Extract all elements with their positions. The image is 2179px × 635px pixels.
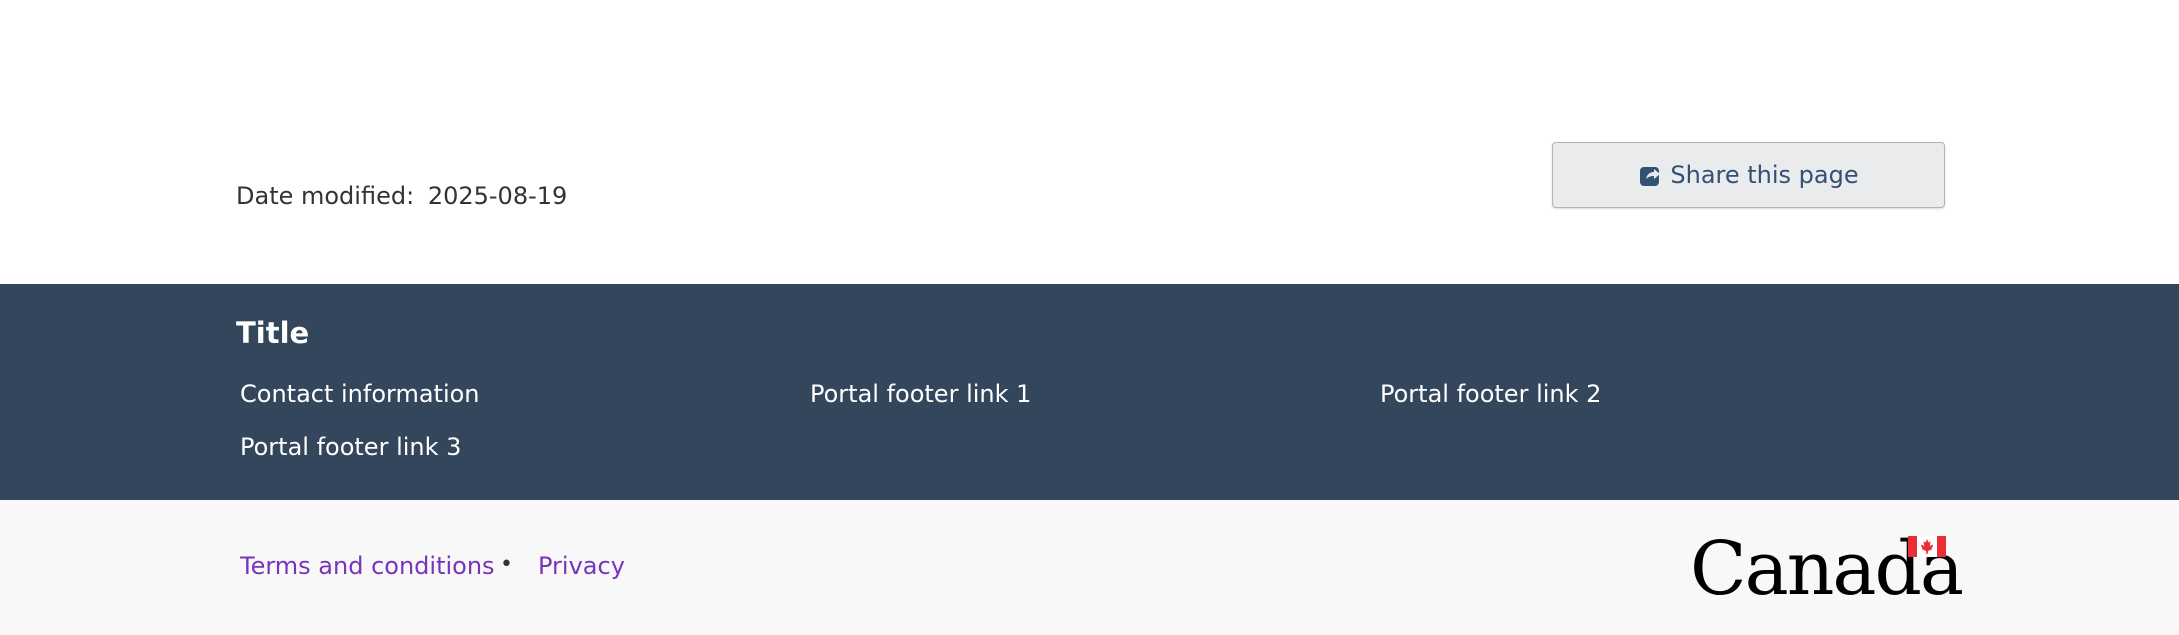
canada-wordmark-logo: Canada (1690, 532, 1964, 606)
footer-link-portal-3[interactable]: Portal footer link 3 (240, 433, 461, 461)
page: Date modified: 2025-08-19 Share this pag… (0, 0, 2179, 635)
date-modified-label: Date modified: (236, 182, 415, 210)
link-separator: • (500, 552, 513, 577)
share-square-icon (1640, 167, 1661, 186)
sub-footer: Terms and conditions • Privacy Canada (0, 500, 2179, 635)
share-button-label: Share this page (1670, 161, 1859, 189)
footer-link-portal-1[interactable]: Portal footer link 1 (810, 380, 1031, 408)
share-button[interactable]: Share this page (1552, 142, 1945, 208)
date-modified: Date modified: 2025-08-19 (236, 182, 567, 210)
canada-flag-icon (1908, 536, 1946, 557)
main-footer: Title Contact information Portal footer … (0, 284, 2179, 500)
terms-and-conditions-link[interactable]: Terms and conditions (240, 552, 495, 580)
page-details: Date modified: 2025-08-19 Share this pag… (0, 0, 2179, 284)
footer-title: Title (236, 316, 310, 350)
footer-link-contact-information[interactable]: Contact information (240, 380, 480, 408)
privacy-link[interactable]: Privacy (538, 552, 625, 580)
footer-link-portal-2[interactable]: Portal footer link 2 (1380, 380, 1601, 408)
date-modified-value: 2025-08-19 (427, 182, 568, 210)
